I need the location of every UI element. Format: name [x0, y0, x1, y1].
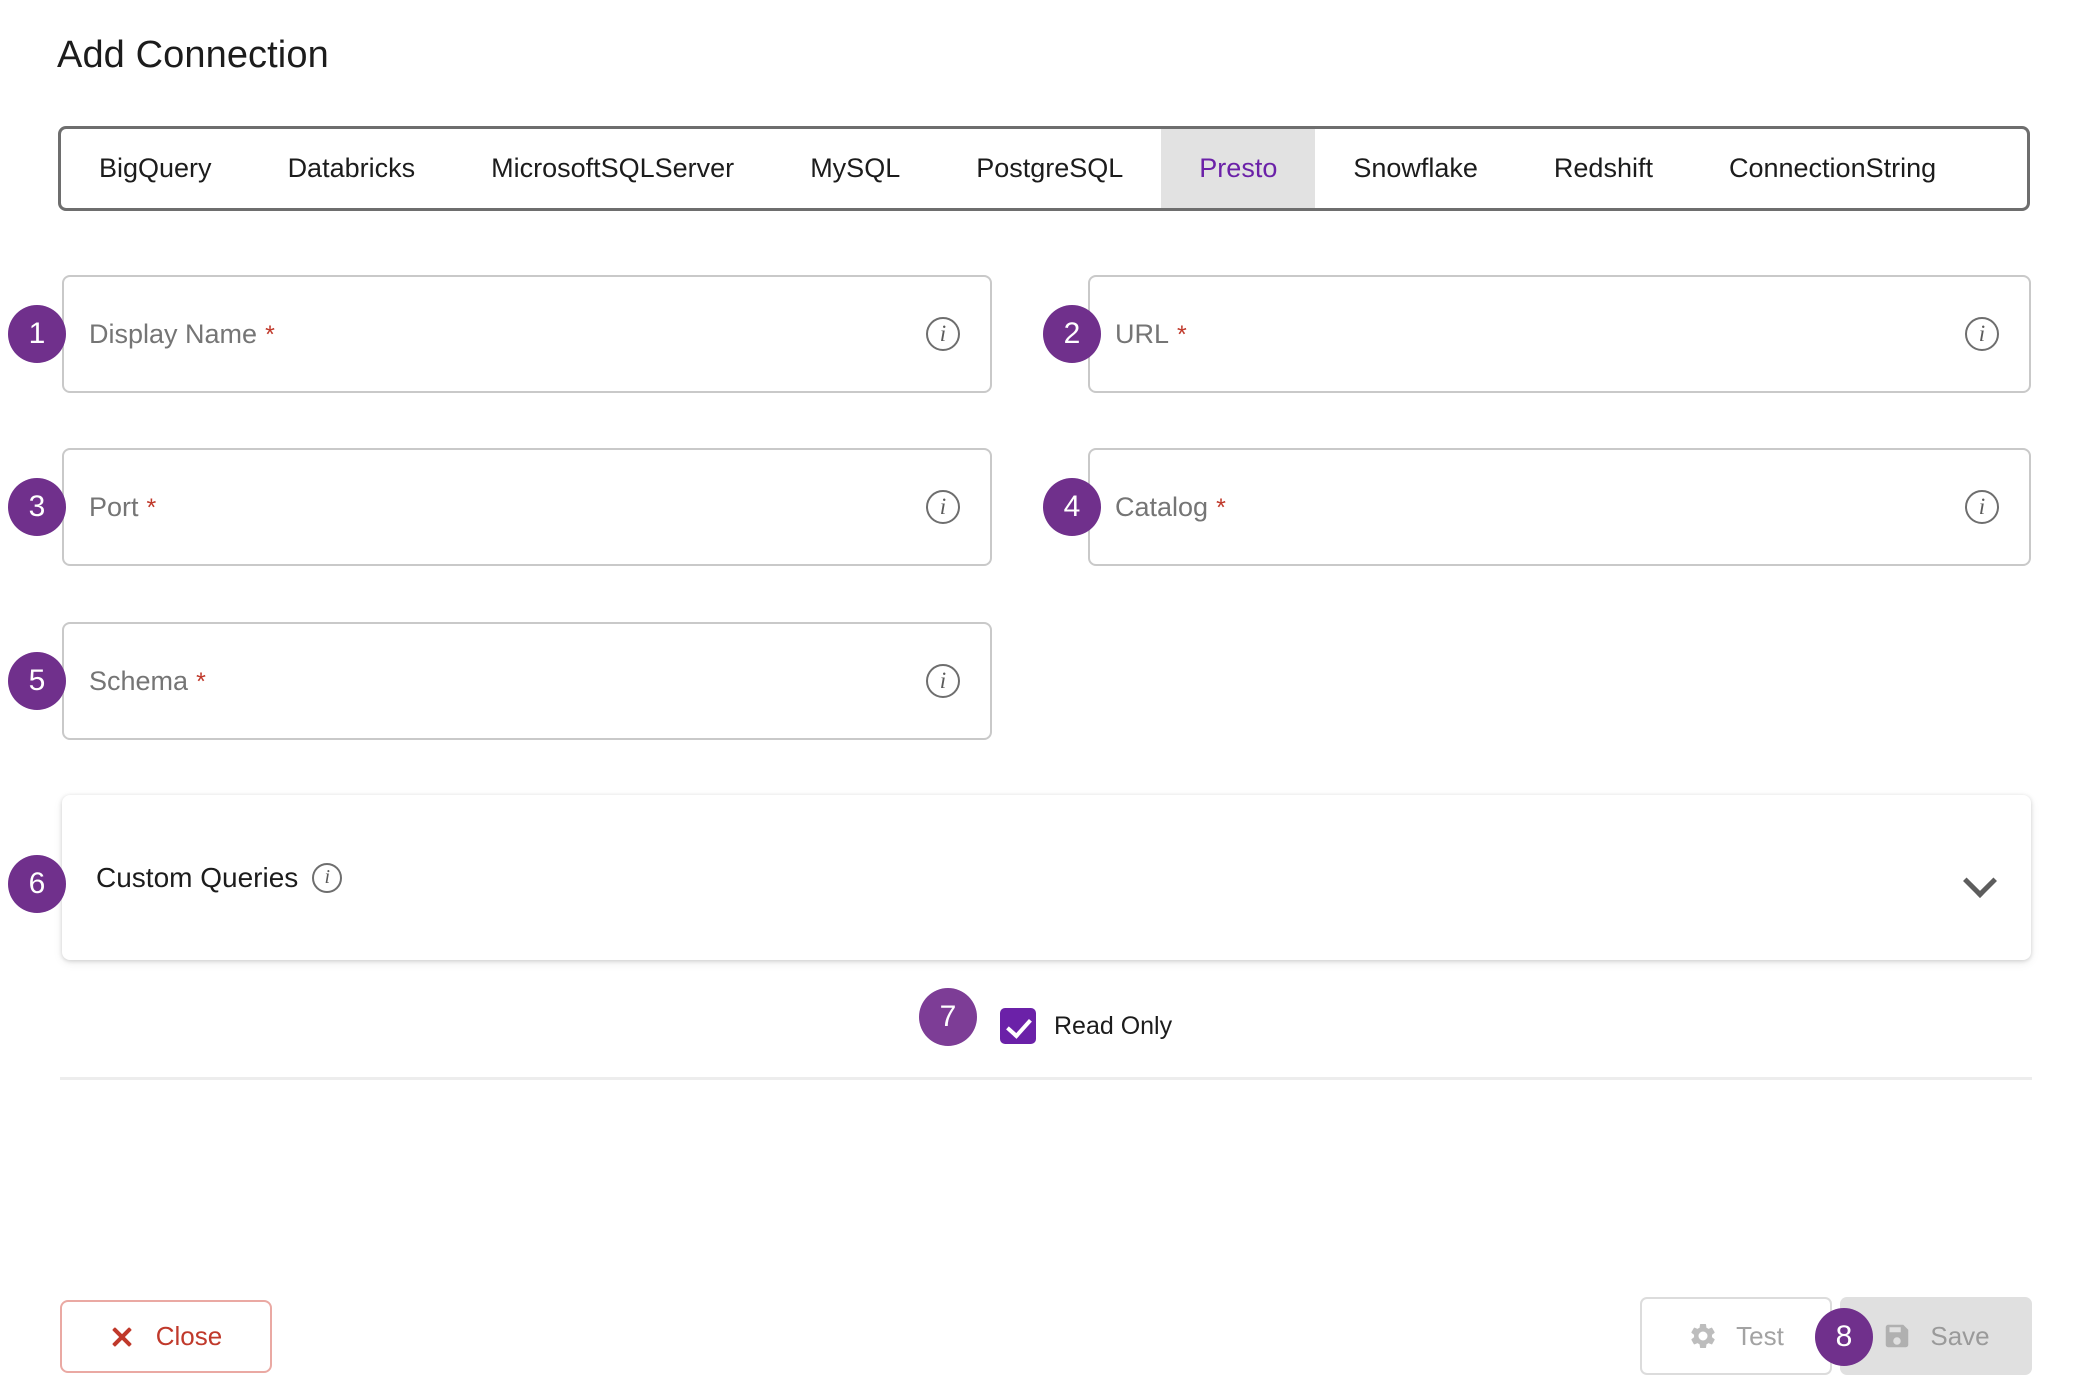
tab-postgresql[interactable]: PostgreSQL — [938, 129, 1161, 208]
test-button[interactable]: Test — [1640, 1297, 1832, 1375]
url-field[interactable]: URL * — [1088, 275, 2031, 393]
required-marker: * — [146, 493, 157, 522]
close-button[interactable]: Close — [60, 1300, 272, 1373]
info-icon[interactable] — [1965, 490, 1999, 524]
port-field[interactable]: Port * — [62, 448, 992, 566]
annotation-badge-8: 8 — [1815, 1308, 1873, 1366]
info-icon[interactable] — [1965, 317, 1999, 351]
custom-queries-accordion[interactable]: Custom Queries — [62, 795, 2031, 960]
test-button-label: Test — [1736, 1320, 1784, 1351]
save-button-label: Save — [1930, 1320, 1990, 1351]
port-label: Port * — [89, 491, 157, 522]
add-connection-dialog: Add Connection BigQuery Databricks Micro… — [0, 0, 2086, 1390]
annotation-badge-4: 4 — [1043, 478, 1101, 536]
tab-microsoftsqlserver[interactable]: MicrosoftSQLServer — [453, 129, 772, 208]
read-only-checkbox[interactable] — [1000, 1008, 1036, 1044]
annotation-badge-5: 5 — [8, 652, 66, 710]
schema-label: Schema * — [89, 665, 206, 696]
annotation-badge-7: 7 — [919, 988, 977, 1046]
floppy-disk-icon — [1882, 1321, 1912, 1351]
info-icon[interactable] — [926, 317, 960, 351]
info-icon[interactable] — [926, 490, 960, 524]
read-only-label: Read Only — [1054, 1011, 1173, 1040]
chevron-down-icon[interactable] — [1965, 869, 1995, 886]
read-only-row: Read Only — [1000, 1008, 1172, 1044]
info-icon[interactable] — [312, 862, 343, 893]
annotation-badge-2: 2 — [1043, 305, 1101, 363]
gear-icon — [1688, 1321, 1718, 1351]
url-label: URL * — [1115, 318, 1187, 349]
annotation-badge-6: 6 — [8, 855, 66, 913]
display-name-label: Display Name * — [89, 318, 275, 349]
tab-presto[interactable]: Presto — [1161, 129, 1316, 208]
tab-bigquery[interactable]: BigQuery — [61, 129, 250, 208]
required-marker: * — [196, 667, 206, 696]
required-marker: * — [1216, 493, 1226, 522]
annotation-badge-3: 3 — [8, 478, 66, 536]
required-marker: * — [265, 320, 275, 349]
tab-snowflake[interactable]: Snowflake — [1315, 129, 1516, 208]
info-icon[interactable] — [926, 664, 960, 698]
custom-queries-title: Custom Queries — [96, 862, 343, 894]
schema-field[interactable]: Schema * — [62, 622, 992, 740]
tab-databricks[interactable]: Databricks — [250, 129, 454, 208]
tab-mysql[interactable]: MySQL — [772, 129, 938, 208]
page-title: Add Connection — [57, 34, 329, 76]
connection-type-tabs: BigQuery Databricks MicrosoftSQLServer M… — [58, 126, 2030, 211]
required-marker: * — [1177, 320, 1187, 349]
annotation-badge-1: 1 — [8, 305, 66, 363]
tab-connectionstring[interactable]: ConnectionString — [1691, 129, 1974, 208]
footer-divider — [60, 1077, 2032, 1080]
tab-redshift[interactable]: Redshift — [1516, 129, 1691, 208]
catalog-field[interactable]: Catalog * — [1088, 448, 2031, 566]
catalog-label: Catalog * — [1115, 491, 1226, 522]
close-button-label: Close — [155, 1321, 223, 1351]
close-x-icon — [110, 1325, 134, 1349]
display-name-field[interactable]: Display Name * — [62, 275, 992, 393]
